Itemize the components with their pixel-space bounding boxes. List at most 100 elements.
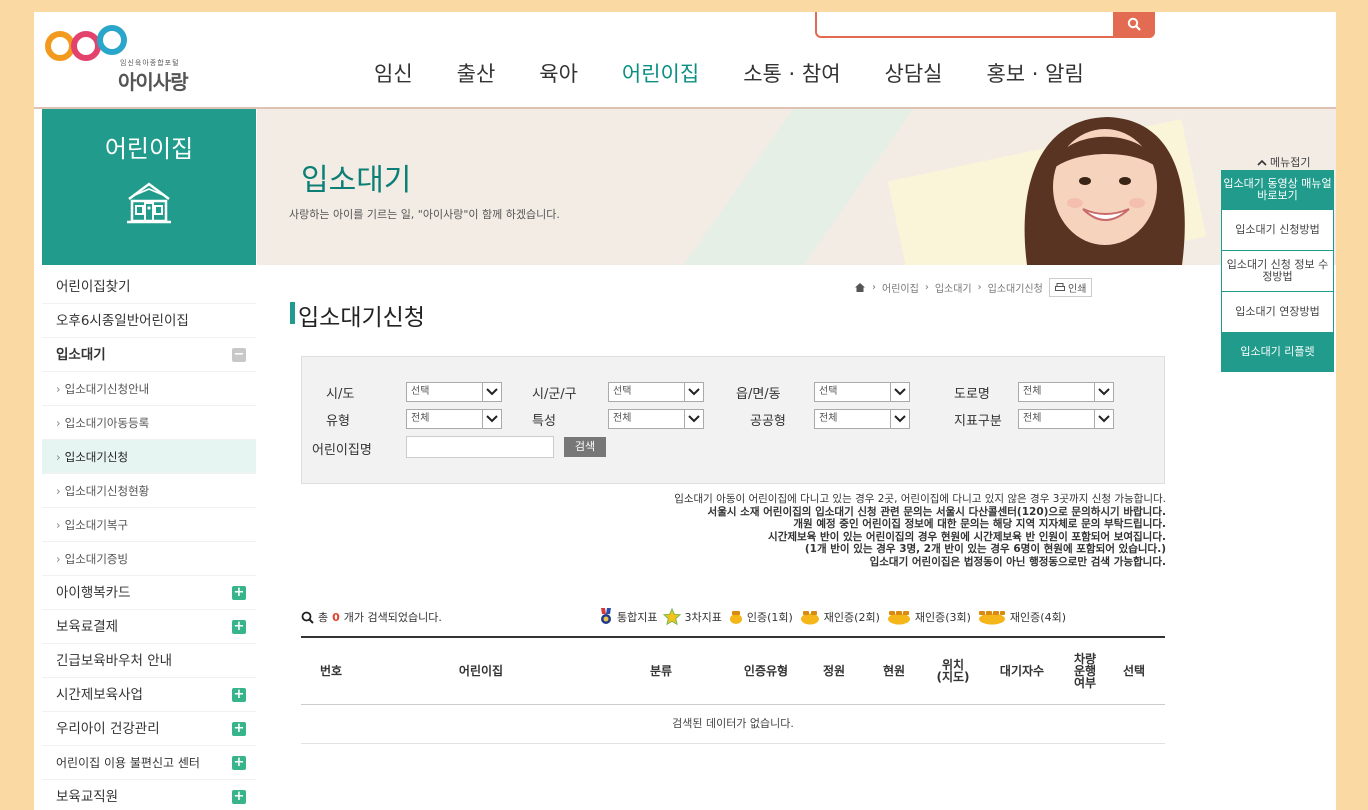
site-search-input[interactable] bbox=[815, 12, 1155, 38]
sigungu-label: 시/군/구 bbox=[532, 387, 577, 402]
daycare-house-icon bbox=[127, 182, 171, 224]
chevron-down-icon bbox=[684, 383, 703, 401]
sidebar-item-complaint-center[interactable]: 어린이집 이용 불편신고 센터 + bbox=[42, 746, 256, 780]
sigungu-select[interactable]: 선택 bbox=[608, 382, 704, 402]
feature-select[interactable]: 전체 bbox=[608, 409, 704, 429]
chevron-down-icon bbox=[482, 410, 501, 428]
nav-pregnancy[interactable]: 임신 bbox=[374, 58, 413, 88]
eup-select[interactable]: 선택 bbox=[814, 382, 910, 402]
sidebar-header: 어린이집 bbox=[42, 109, 256, 265]
notice-line: (1개 반이 있는 경우 3명, 2개 반이 있는 경우 6명이 현원에 포함되… bbox=[804, 543, 1166, 555]
breadcrumb-item[interactable]: 입소대기 bbox=[935, 280, 972, 295]
logo-brand: 아이사랑 bbox=[118, 70, 189, 94]
sidebar-item-happy-card[interactable]: 아이행복카드 + bbox=[42, 576, 256, 610]
print-button[interactable]: 인쇄 bbox=[1048, 278, 1093, 297]
page-banner: 입소대기 사랑하는 아이를 기르는 일, "아이사랑"이 함께 하겠습니다. bbox=[257, 109, 1336, 265]
quick-menu-leaflet[interactable]: 입소대기 리플렛 bbox=[1221, 332, 1334, 372]
search-icon bbox=[301, 611, 314, 624]
sidebar-item-waitlist-apply[interactable]: 입소대기신청 bbox=[42, 440, 256, 474]
breadcrumb-item[interactable]: 어린이집 bbox=[882, 280, 919, 295]
nav-community[interactable]: 소통 · 참여 bbox=[743, 58, 840, 88]
notice-line: 입소대기 아동이 어린이집에 다니고 있는 경우 2곳, 어린이집에 다니고 있… bbox=[674, 493, 1166, 505]
page-title: 입소대기신청 bbox=[290, 298, 425, 332]
sidebar-item-child-register[interactable]: 입소대기아동등록 bbox=[42, 406, 256, 440]
site-logo[interactable]: 임신육아종합포털 아이사랑 bbox=[40, 18, 210, 94]
sidebar-item-waitlist-guide[interactable]: 입소대기신청안내 bbox=[42, 372, 256, 406]
quick-menu: 메뉴접기 입소대기 동영상 매뉴얼 바로보기 입소대기 신청방법 입소대기 신청… bbox=[1221, 155, 1336, 372]
sido-select[interactable]: 선택 bbox=[406, 382, 502, 402]
col-cert-type: 인증유형 bbox=[743, 664, 789, 678]
legend-item: 재인증(3회) bbox=[886, 609, 971, 625]
sidebar-item-waitlist-proof[interactable]: 입소대기증빙 bbox=[42, 542, 256, 576]
type-select[interactable]: 전체 bbox=[406, 409, 502, 429]
expand-icon[interactable]: + bbox=[232, 620, 246, 634]
main-nav: 임신 출산 육아 어린이집 소통 · 참여 상담실 홍보 · 알림 bbox=[374, 58, 1128, 88]
legend-item: 재인증(2회) bbox=[799, 609, 880, 625]
home-icon[interactable] bbox=[854, 282, 866, 293]
col-capacity: 정원 bbox=[822, 664, 846, 678]
indicator-label: 지표구분 bbox=[954, 414, 1002, 429]
collapse-icon[interactable]: − bbox=[232, 348, 246, 362]
notice-list: 입소대기 아동이 어린이집에 다니고 있는 경우 2곳, 어린이집에 다니고 있… bbox=[414, 493, 1166, 568]
sidebar-item-waitlist[interactable]: 입소대기 − bbox=[42, 338, 256, 372]
sidebar-item-staff[interactable]: 보육교직원 + bbox=[42, 780, 256, 810]
sidebar-item-evening-daycare[interactable]: 오후6시종일반어린이집 bbox=[42, 304, 256, 338]
page: 임신육아종합포털 아이사랑 임신 출산 육아 어린이집 소통 · 참여 상담실 … bbox=[34, 12, 1336, 810]
expand-icon[interactable]: + bbox=[232, 688, 246, 702]
expand-icon[interactable]: + bbox=[232, 586, 246, 600]
filter-search-button[interactable]: 검색 bbox=[564, 437, 606, 457]
table-header: 번호 어린이집 분류 인증유형 정원 현원 위치 (지도) 대기자수 차량 운행… bbox=[301, 636, 1165, 705]
type-label: 유형 bbox=[326, 414, 350, 429]
notice-line: 서울시 소재 어린이집의 입소대기 신청 관련 문의는 서울시 다산콜센터(12… bbox=[707, 505, 1166, 518]
col-category: 분류 bbox=[649, 664, 673, 678]
nav-birth[interactable]: 출산 bbox=[457, 58, 496, 88]
chevron-down-icon bbox=[684, 410, 703, 428]
banner-subtitle: 사랑하는 아이를 기르는 일, "아이사랑"이 함께 하겠습니다. bbox=[289, 208, 560, 221]
star-badge-icon bbox=[663, 608, 682, 626]
notice-line: 개원 예정 중인 어린이집 정보에 대한 문의는 해당 지역 지자체로 문의 부… bbox=[793, 518, 1166, 530]
honey-pot-1-icon bbox=[729, 611, 742, 624]
quick-menu-apply-method[interactable]: 입소대기 신청방법 bbox=[1221, 209, 1334, 251]
menu-collapse-toggle[interactable]: 메뉴접기 bbox=[1221, 155, 1336, 171]
col-select: 선택 bbox=[1122, 664, 1146, 678]
chevron-down-icon bbox=[890, 383, 909, 401]
sidebar-item-find-daycare[interactable]: 어린이집찾기 bbox=[42, 270, 256, 304]
quick-menu-video-manual[interactable]: 입소대기 동영상 매뉴얼 바로보기 bbox=[1221, 170, 1334, 210]
expand-icon[interactable]: + bbox=[232, 756, 246, 770]
eup-label: 읍/면/동 bbox=[736, 387, 781, 402]
col-location: 위치 (지도) bbox=[936, 658, 970, 684]
sidebar-item-fee-payment[interactable]: 보육료결제 + bbox=[42, 610, 256, 644]
sidebar-item-voucher[interactable]: 긴급보육바우처 안내 bbox=[42, 644, 256, 678]
indicator-select[interactable]: 전체 bbox=[1018, 409, 1114, 429]
quick-menu-edit-method[interactable]: 입소대기 신청 정보 수정방법 bbox=[1221, 250, 1334, 292]
road-label: 도로명 bbox=[954, 387, 990, 402]
sidebar-item-waitlist-status[interactable]: 입소대기신청현황 bbox=[42, 474, 256, 508]
nav-parenting[interactable]: 육아 bbox=[539, 58, 578, 88]
sidebar-item-health[interactable]: 우리아이 건강관리 + bbox=[42, 712, 256, 746]
printer-icon bbox=[1054, 283, 1065, 291]
col-number: 번호 bbox=[319, 664, 343, 678]
daycare-name-input[interactable] bbox=[406, 436, 554, 458]
expand-icon[interactable]: + bbox=[232, 722, 246, 736]
daycare-name-label: 어린이집명 bbox=[312, 443, 372, 458]
search-icon bbox=[1127, 17, 1141, 31]
public-select[interactable]: 전체 bbox=[814, 409, 910, 429]
nav-daycare[interactable]: 어린이집 bbox=[622, 58, 699, 88]
col-current: 현원 bbox=[882, 664, 906, 678]
nav-counseling[interactable]: 상담실 bbox=[885, 58, 943, 88]
nav-news[interactable]: 홍보 · 알림 bbox=[986, 58, 1083, 88]
expand-icon[interactable]: + bbox=[232, 790, 246, 804]
breadcrumb-item[interactable]: 입소대기신청 bbox=[988, 280, 1043, 295]
legend-item: 재인증(4회) bbox=[977, 609, 1066, 625]
chevron-down-icon bbox=[482, 383, 501, 401]
honey-pot-3-icon bbox=[887, 611, 910, 625]
sidebar-item-hourly-care[interactable]: 시간제보육사업 + bbox=[42, 678, 256, 712]
honey-pot-4-icon bbox=[978, 611, 1005, 625]
quick-menu-extend-method[interactable]: 입소대기 연장방법 bbox=[1221, 291, 1334, 333]
chevron-down-icon bbox=[890, 410, 909, 428]
sidebar-item-waitlist-restore[interactable]: 입소대기복구 bbox=[42, 508, 256, 542]
search-button[interactable] bbox=[1113, 12, 1155, 38]
road-select[interactable]: 전체 bbox=[1018, 382, 1114, 402]
feature-label: 특성 bbox=[532, 414, 556, 429]
col-vehicle: 차량 운행 여부 bbox=[1073, 652, 1097, 690]
